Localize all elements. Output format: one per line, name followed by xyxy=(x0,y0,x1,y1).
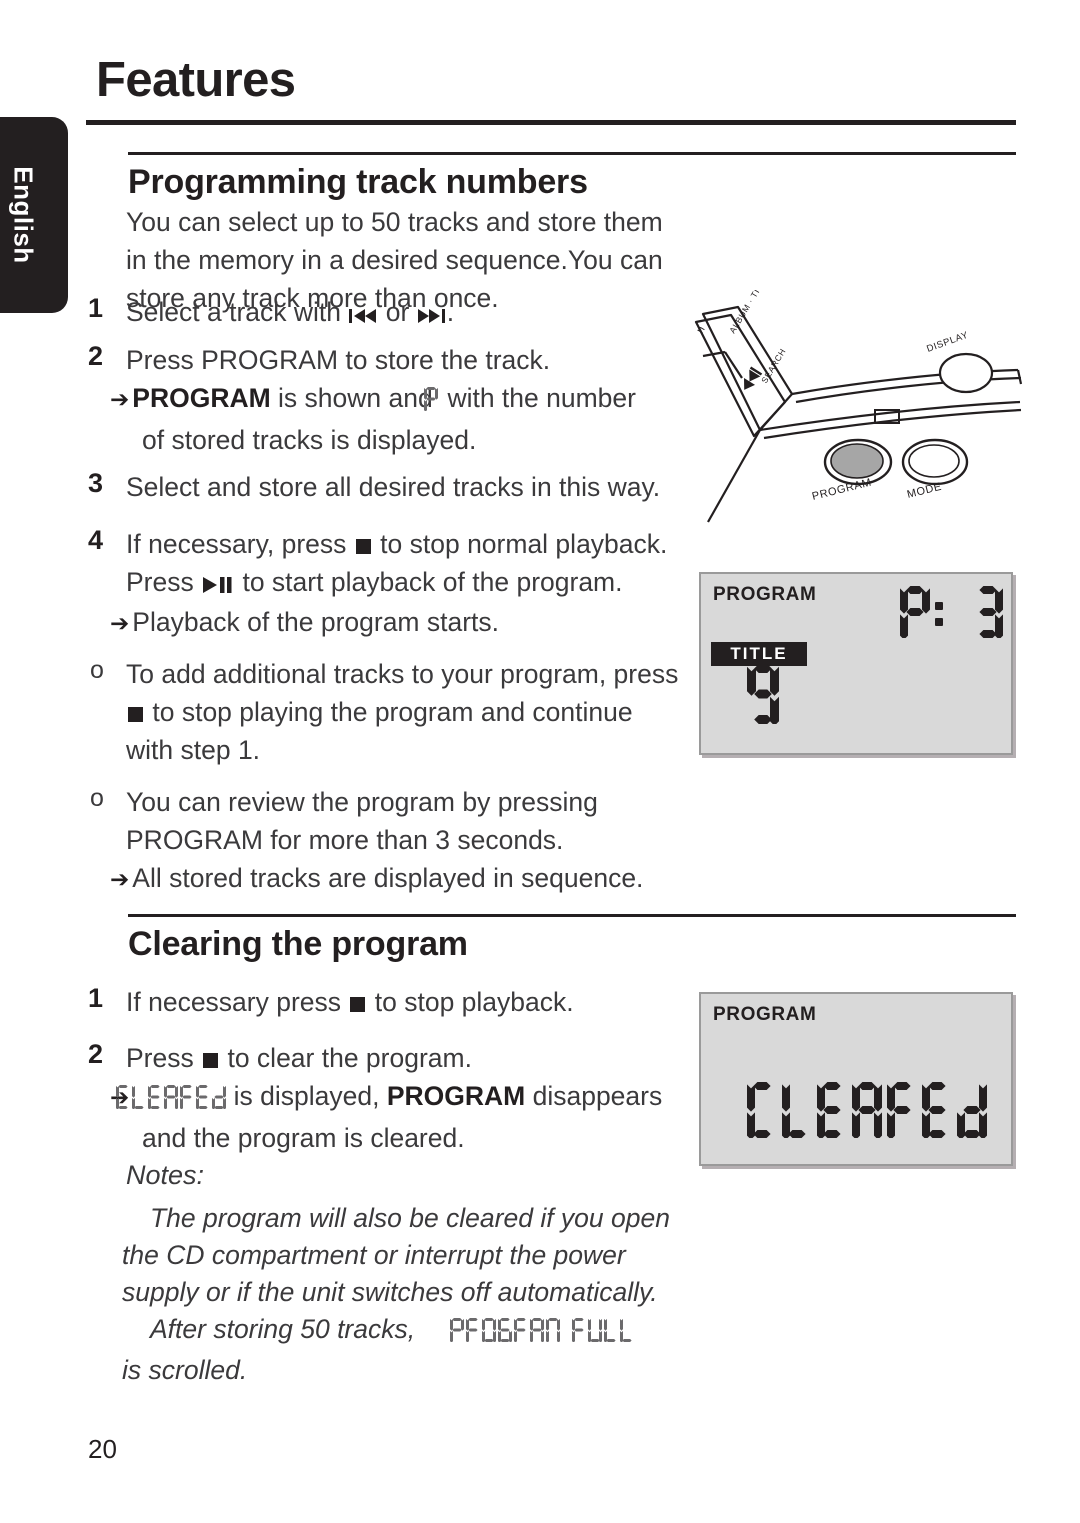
page-title: Features xyxy=(96,53,296,107)
step-text-part: Press xyxy=(126,1043,202,1073)
step-text-part: or xyxy=(378,297,417,327)
keyword-program: PROGRAM xyxy=(386,1081,526,1111)
step-text-part: is shown and xyxy=(270,383,441,413)
notes-text-part: After storing 50 tracks, xyxy=(150,1314,423,1344)
notes-label: Notes: xyxy=(126,1160,205,1190)
bullet-marker: o xyxy=(90,784,104,812)
stop-icon xyxy=(355,539,371,554)
arrow-right-icon: ➔ xyxy=(110,386,130,412)
bullet-text-line2: PROGRAM for more than 3 seconds. xyxy=(126,825,564,855)
page-number: 20 xyxy=(88,1434,117,1464)
lcd-cleared-word xyxy=(747,1082,987,1143)
step-item: 2 Press PROGRAM to store the track. ➔ PRO… xyxy=(88,341,688,459)
title-rule xyxy=(86,120,1016,125)
step-text-part: If necessary press xyxy=(126,987,349,1017)
previous-track-icon xyxy=(349,295,377,333)
step-text-part: to stop playing the program and continue xyxy=(145,697,633,727)
svg-text:DISPLAY: DISPLAY xyxy=(925,330,970,355)
step-text-part: disappears xyxy=(525,1081,663,1111)
step-text-part: to stop normal playback. xyxy=(372,529,668,559)
notes-text-part: is scrolled. xyxy=(122,1355,248,1385)
lcd-program-indicator: PROGRAM xyxy=(713,584,817,605)
step-text-part: Playback of the program starts. xyxy=(132,607,500,637)
bullet-item: o You can review the program by pressing… xyxy=(88,783,688,898)
step-number: 2 xyxy=(88,341,104,371)
next-track-icon xyxy=(417,295,446,333)
notes-paragraph-1: The program will also be cleared if you … xyxy=(122,1203,670,1307)
lcd-title-badge: TITLE xyxy=(711,642,807,666)
step-substep: ➔ is displayed, PROGRAM disappears xyxy=(110,1077,688,1119)
bullet-substep: ➔ All stored tracks are displayed in sequ… xyxy=(110,859,688,898)
language-tab: English xyxy=(0,117,68,313)
step-text: Press to clear the program. xyxy=(126,1039,688,1077)
step-text-part: to clear the program. xyxy=(220,1043,472,1073)
svg-text:MODE: MODE xyxy=(906,481,943,501)
lcd-big-digit xyxy=(747,664,779,729)
bullet-item: o To add additional tracks to your progr… xyxy=(88,655,688,769)
step-item: 1 Select a track with or . xyxy=(88,293,688,333)
play-pause-icon xyxy=(203,565,233,603)
lcd-track-counter xyxy=(900,586,1003,643)
step-text-part: Select a track with xyxy=(126,297,349,327)
step-number: 4 xyxy=(88,525,104,555)
step-text: Select a track with or . xyxy=(126,293,688,333)
step-text-part: All stored tracks are displayed in seque… xyxy=(132,863,644,893)
lcd-program-indicator: PROGRAM xyxy=(713,1004,817,1025)
bullet-text-line3: with step 1. xyxy=(126,735,261,765)
lcd-glyph-program-full xyxy=(422,1315,634,1352)
step-substep-cont: of stored tracks is displayed. xyxy=(142,425,477,455)
stop-icon xyxy=(128,707,143,722)
bullet-text: To add additional tracks to your program… xyxy=(126,659,679,689)
step-substep-cont: and the program is cleared. xyxy=(142,1123,465,1153)
step-number: 1 xyxy=(88,983,104,1013)
step-text-part: . xyxy=(446,297,455,327)
arrow-right-icon: ➔ xyxy=(110,866,130,892)
section-heading-programming: Programming track numbers xyxy=(128,163,588,201)
lcd-program-display: PROGRAM TITLE xyxy=(699,572,1013,755)
keyword-program: PROGRAM xyxy=(132,383,271,413)
step-text-part: is displayed, xyxy=(226,1081,387,1111)
step-number: 2 xyxy=(88,1039,104,1069)
step-item: 3 Select and store all desired tracks in… xyxy=(88,468,688,506)
bullet-marker: o xyxy=(90,656,104,684)
step-text-part: If necessary, press xyxy=(126,529,354,559)
step-substep: ➔ PROGRAM is shown and with the number xyxy=(110,379,688,421)
lcd-cleared-display: PROGRAM xyxy=(699,992,1013,1166)
step-text-part: Press xyxy=(126,567,202,597)
svg-text:ALBUM · TITLE: ALBUM · TITLE xyxy=(727,290,770,335)
step-text-part: to stop playback. xyxy=(367,987,574,1017)
notes-paragraph-2: After storing 50 tracks, is scrolled. xyxy=(122,1311,692,1389)
section-rule-2 xyxy=(128,914,1016,917)
step-text-line2: Press to start playback of the program. xyxy=(126,563,688,603)
language-tab-label: English xyxy=(8,166,39,264)
step-text-part: with the number xyxy=(440,383,636,413)
step-substep: ➔ Playback of the program starts. xyxy=(110,603,688,642)
step-item: 2 Press to clear the program. ➔ is displ… xyxy=(88,1039,688,1157)
section-heading-clearing: Clearing the program xyxy=(128,925,468,963)
step-text-part: to start playback of the program. xyxy=(235,567,623,597)
step-text: If necessary press to stop playback. xyxy=(126,983,688,1021)
bullet-text-line2: to stop playing the program and continue xyxy=(126,693,688,731)
step-item: 1 If necessary press to stop playback. xyxy=(88,983,688,1021)
step-number: 3 xyxy=(88,468,104,498)
step-text: Press PROGRAM to store the track. xyxy=(126,345,551,375)
section-rule-1 xyxy=(128,152,1016,155)
lcd-glyph-cleared xyxy=(116,1081,227,1119)
svg-text:n: n xyxy=(694,324,707,335)
step-number: 1 xyxy=(88,293,104,323)
cd-player-illustration: n SEARCH ALBUM · TITLE DISPLAY PROGRAM M… xyxy=(680,290,1025,525)
step-text: If necessary, press to stop normal playb… xyxy=(126,525,688,563)
stop-icon xyxy=(350,997,366,1012)
bullet-text: You can review the program by pressing xyxy=(126,787,598,817)
step-item: 4 If necessary, press to stop normal pla… xyxy=(88,525,688,642)
stop-icon xyxy=(203,1053,219,1068)
arrow-right-icon: ➔ xyxy=(110,610,130,636)
step-text: Select and store all desired tracks in t… xyxy=(126,472,661,502)
